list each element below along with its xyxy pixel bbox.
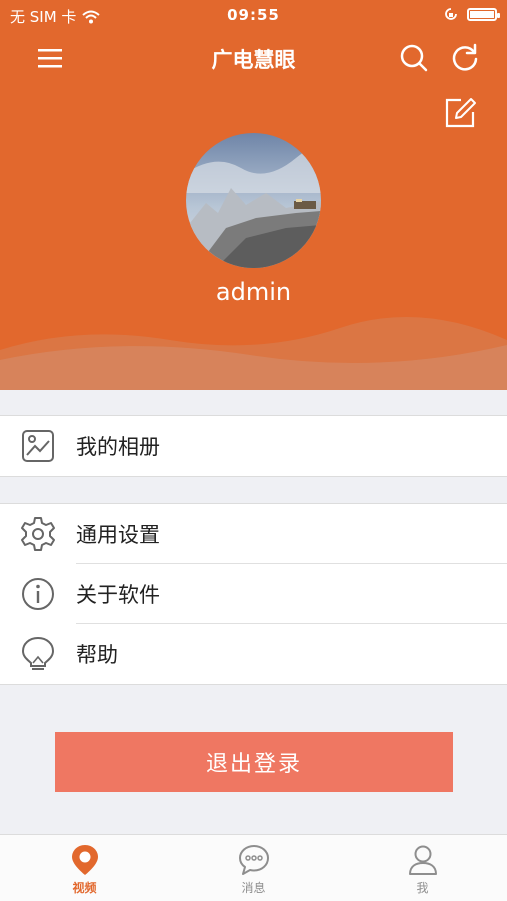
info-icon bbox=[22, 578, 54, 610]
tab-label-messages: 消息 bbox=[241, 881, 266, 895]
menu-group-album: 我的相册 bbox=[0, 415, 507, 477]
location-pin-icon bbox=[71, 845, 98, 875]
status-time: 09:55 bbox=[227, 6, 280, 24]
menu-label-settings: 通用设置 bbox=[76, 523, 160, 547]
refresh-icon[interactable] bbox=[449, 42, 481, 74]
gear-icon bbox=[21, 517, 55, 551]
tab-bar: 视频 消息 我 bbox=[0, 834, 507, 901]
orientation-lock-icon bbox=[445, 8, 457, 20]
menu-item-settings[interactable]: 通用设置 bbox=[0, 504, 507, 564]
username: admin bbox=[215, 278, 292, 306]
menu-label-help: 帮助 bbox=[76, 643, 118, 667]
nav-bar: 广电慧眼 bbox=[0, 36, 507, 80]
profile-header: 无 SIM 卡 09:55 广电慧眼 admin bbox=[0, 0, 507, 390]
edit-icon[interactable] bbox=[442, 95, 478, 131]
menu-group-settings: 通用设置 关于软件 帮助 bbox=[0, 503, 507, 685]
tab-video[interactable]: 视频 bbox=[0, 835, 169, 901]
wave-decoration bbox=[0, 316, 507, 390]
menu-label-album: 我的相册 bbox=[76, 435, 160, 459]
menu-item-about[interactable]: 关于软件 bbox=[0, 564, 507, 624]
menu-label-about: 关于软件 bbox=[76, 583, 160, 607]
album-icon bbox=[22, 430, 54, 462]
bulb-icon bbox=[21, 636, 55, 670]
avatar[interactable] bbox=[186, 133, 321, 268]
status-bar: 无 SIM 卡 09:55 bbox=[0, 0, 507, 30]
logout-button[interactable]: 退出登录 bbox=[55, 732, 453, 792]
menu-item-help[interactable]: 帮助 bbox=[0, 624, 507, 684]
menu-item-album[interactable]: 我的相册 bbox=[0, 416, 507, 476]
chat-bubble-icon bbox=[238, 845, 269, 875]
person-icon bbox=[408, 845, 437, 875]
page-title: 广电慧眼 bbox=[211, 48, 296, 72]
tab-me[interactable]: 我 bbox=[338, 835, 507, 901]
search-icon[interactable] bbox=[398, 42, 430, 74]
tab-label-video: 视频 bbox=[72, 881, 97, 895]
tab-label-me: 我 bbox=[416, 881, 429, 895]
tab-messages[interactable]: 消息 bbox=[169, 835, 338, 901]
battery-icon bbox=[467, 7, 500, 21]
